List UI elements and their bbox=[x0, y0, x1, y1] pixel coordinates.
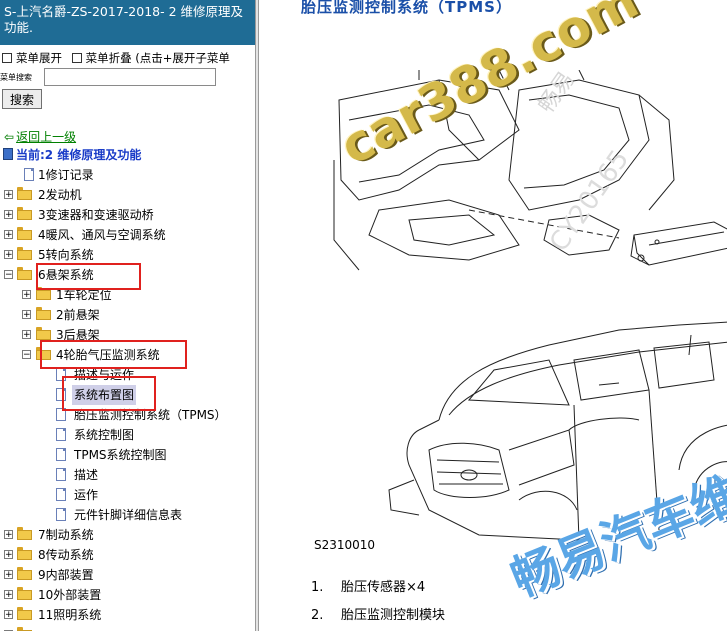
folder-icon bbox=[17, 567, 32, 580]
folder-open-icon bbox=[17, 267, 32, 280]
tree-item[interactable]: + 10外部装置 bbox=[0, 585, 255, 605]
document-icon bbox=[56, 428, 66, 441]
legend-item: 2. 胎压监测控制模块 bbox=[311, 608, 446, 623]
highlight-box-suspension bbox=[36, 263, 141, 290]
folder-icon bbox=[17, 207, 32, 220]
search-label: 菜单搜索 bbox=[0, 73, 32, 82]
menu-collapse-link[interactable]: 菜单折叠 (点击+展开子菜单 bbox=[86, 51, 230, 65]
folder-icon bbox=[17, 587, 32, 600]
collapse-icon[interactable] bbox=[71, 52, 82, 63]
menu-toolbar: 菜单展开 菜单折叠 (点击+展开子菜单 bbox=[0, 50, 230, 66]
book-icon bbox=[3, 148, 13, 160]
expand-plus-icon[interactable]: + bbox=[4, 230, 13, 240]
tree-item[interactable]: + 9内部装置 bbox=[0, 565, 255, 585]
figure-code: S2310010 bbox=[314, 538, 376, 552]
expand-plus-icon[interactable]: + bbox=[4, 250, 13, 260]
search-button[interactable]: 搜索 bbox=[2, 89, 42, 109]
tree-item[interactable]: 描述 bbox=[0, 465, 255, 485]
tree-item[interactable]: + 8传动系统 bbox=[0, 545, 255, 565]
tree-item[interactable]: + 7制动系统 bbox=[0, 525, 255, 545]
expand-plus-icon[interactable]: + bbox=[4, 590, 13, 600]
expand-plus-icon[interactable]: + bbox=[4, 550, 13, 560]
sidebar-title: S-上汽名爵-ZS-2017-2018- 2 维修原理及功能. bbox=[0, 0, 255, 45]
page-title: 胎压监测控制系统（TPMS） bbox=[301, 0, 512, 16]
tree-item[interactable]: 系统控制图 bbox=[0, 425, 255, 445]
folder-icon bbox=[36, 287, 51, 300]
folder-icon bbox=[17, 527, 32, 540]
folder-icon bbox=[17, 607, 32, 620]
content-pane: 胎压监测控制系统（TPMS） car388.com 畅易 CY20165 畅易汽… bbox=[259, 0, 727, 631]
folder-icon bbox=[36, 327, 51, 340]
back-arrow-icon: ⇦ bbox=[4, 130, 15, 144]
tree-item[interactable]: + 3变速器和变速驱动桥 bbox=[0, 205, 255, 225]
menu-expand-link[interactable]: 菜单展开 bbox=[16, 51, 62, 65]
legend-item: 1. 胎压传感器×4 bbox=[311, 580, 426, 595]
tree-item[interactable]: TPMS系统控制图 bbox=[0, 445, 255, 465]
expand-plus-icon[interactable]: + bbox=[4, 210, 13, 220]
expand-plus-icon[interactable]: + bbox=[22, 290, 31, 300]
collapse-minus-icon[interactable]: − bbox=[22, 350, 31, 360]
document-icon bbox=[56, 508, 66, 521]
tree-item[interactable]: 1修订记录 bbox=[0, 165, 255, 185]
document-icon bbox=[56, 468, 66, 481]
expand-plus-icon[interactable]: + bbox=[22, 330, 31, 340]
expand-icon[interactable] bbox=[2, 52, 12, 63]
expand-plus-icon[interactable]: + bbox=[4, 530, 13, 540]
search-input[interactable] bbox=[44, 68, 216, 86]
document-icon bbox=[56, 488, 66, 501]
sidebar: S-上汽名爵-ZS-2017-2018- 2 维修原理及功能. 菜单展开 菜单折… bbox=[0, 0, 255, 631]
tree-item[interactable]: + 2前悬架 bbox=[0, 305, 255, 325]
expand-plus-icon[interactable]: + bbox=[4, 570, 13, 580]
tree-item[interactable]: 运作 bbox=[0, 485, 255, 505]
current-location: 当前:2 维修原理及功能 bbox=[3, 146, 141, 164]
expand-plus-icon[interactable]: + bbox=[4, 610, 13, 620]
expand-plus-icon[interactable]: + bbox=[4, 190, 13, 200]
folder-icon bbox=[36, 307, 51, 320]
tree-item[interactable]: + 11照明系统 bbox=[0, 605, 255, 625]
folder-icon bbox=[17, 187, 32, 200]
folder-icon bbox=[17, 547, 32, 560]
highlight-box-tpms bbox=[40, 340, 187, 369]
tree-item[interactable]: + 4暖风、通风与空调系统 bbox=[0, 225, 255, 245]
tree-item[interactable]: + 5转向系统 bbox=[0, 245, 255, 265]
folder-icon bbox=[17, 227, 32, 240]
expand-plus-icon[interactable]: + bbox=[22, 310, 31, 320]
document-icon bbox=[24, 168, 34, 181]
tree-item-partial[interactable]: + bbox=[0, 625, 255, 631]
document-icon bbox=[56, 448, 66, 461]
tree-item[interactable]: 元件针脚详细信息表 bbox=[0, 505, 255, 525]
folder-icon bbox=[17, 247, 32, 260]
collapse-minus-icon[interactable]: − bbox=[4, 270, 13, 280]
highlight-box-layout bbox=[62, 376, 156, 411]
back-link[interactable]: ⇦ 返回上一级 bbox=[4, 128, 76, 146]
tree-item[interactable]: + 2发动机 bbox=[0, 185, 255, 205]
